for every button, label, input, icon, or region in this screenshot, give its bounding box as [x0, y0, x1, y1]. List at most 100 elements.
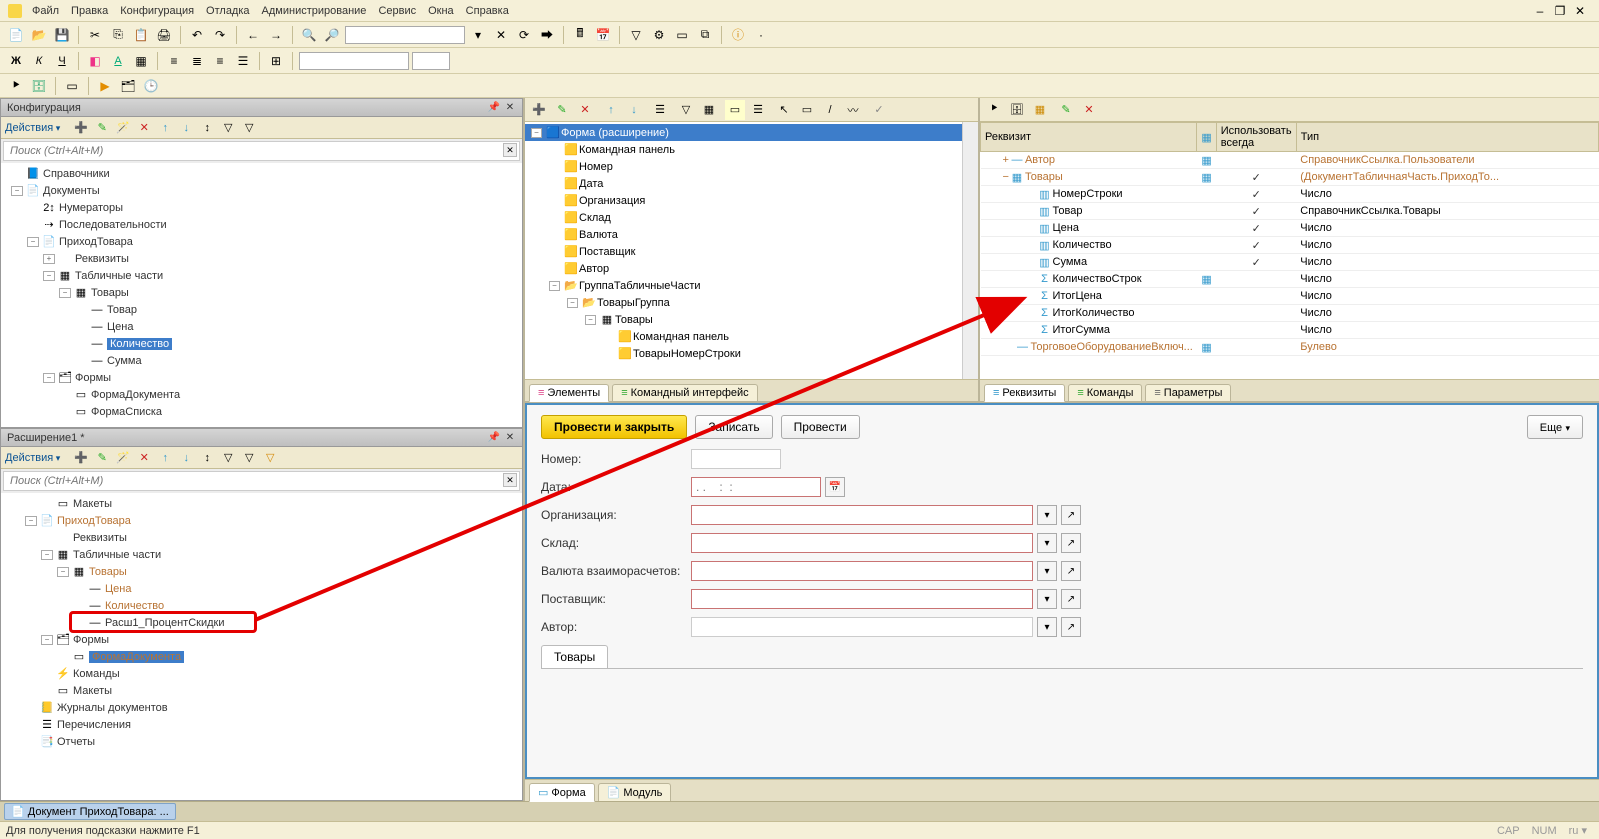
copy-icon[interactable]: ⎘ — [108, 25, 128, 45]
element-row[interactable]: −📂ГруппаТабличныеЧасти — [525, 277, 962, 294]
ext-tree[interactable]: ▭Макеты−📄ПриходТовараРеквизиты−▦Табличны… — [1, 493, 522, 800]
window-restore-button[interactable]: ❐ — [1553, 4, 1567, 18]
actions-dropdown[interactable]: Действия — [5, 122, 60, 134]
elements-scrollbar[interactable] — [962, 122, 978, 379]
add-icon[interactable]: ➕ — [72, 119, 90, 137]
sort-icon[interactable]: ↕ — [198, 119, 216, 137]
el-rect-icon[interactable]: ▭ — [797, 100, 817, 120]
expander-icon[interactable]: + — [43, 254, 55, 264]
tree-row[interactable]: —Количество — [1, 335, 522, 352]
req-row[interactable]: ▥Цена✓Число — [981, 220, 1599, 237]
expander-icon[interactable]: − — [41, 550, 53, 560]
dropdown-icon[interactable]: ▾ — [1037, 589, 1057, 609]
el-props-icon[interactable]: ☰ — [748, 100, 768, 120]
back-icon[interactable]: ← — [243, 25, 263, 45]
element-row[interactable]: 🟨Склад — [525, 209, 962, 226]
font-name-input[interactable] — [299, 52, 409, 70]
subsys-filter-icon[interactable]: ▽ — [240, 449, 258, 467]
tree-row[interactable]: 2↕Нумераторы — [1, 199, 522, 216]
expander-icon[interactable]: − — [43, 373, 55, 383]
delete-icon[interactable]: ✕ — [135, 119, 153, 137]
tree-row[interactable]: ▭ФормаСписка — [1, 403, 522, 420]
tree-row[interactable]: −🗂Формы — [1, 369, 522, 386]
font-color-icon[interactable]: A — [108, 51, 128, 71]
open-icon[interactable]: ↗ — [1061, 505, 1081, 525]
tree-row[interactable]: ▭Макеты — [1, 495, 522, 512]
tree-row[interactable]: ⇢Последовательности — [1, 216, 522, 233]
bg-color-icon[interactable]: ◧ — [85, 51, 105, 71]
menu-config[interactable]: Конфигурация — [114, 3, 200, 19]
zoom-icon[interactable]: 🔎 — [322, 25, 342, 45]
open-icon[interactable]: ↗ — [1061, 617, 1081, 637]
date-input[interactable] — [691, 477, 821, 497]
tree-row[interactable]: −▦Табличные части — [1, 267, 522, 284]
element-row[interactable]: 🟨Поставщик — [525, 243, 962, 260]
wizard-icon[interactable]: 🪄 — [114, 119, 132, 137]
req-col-name[interactable]: Реквизит — [981, 123, 1197, 152]
element-row[interactable]: 🟨Автор — [525, 260, 962, 277]
req-col-type[interactable]: Тип — [1296, 123, 1598, 152]
dropdown-icon[interactable]: ▾ — [1037, 617, 1057, 637]
sort-icon[interactable]: ↕ — [198, 449, 216, 467]
up-icon[interactable]: ↑ — [156, 449, 174, 467]
tree-row[interactable]: ☰Перечисления — [1, 716, 522, 733]
config-tree[interactable]: 📘Справочники−📄Документы2↕Нумераторы⇢Посл… — [1, 163, 522, 427]
cut-icon[interactable]: ✂ — [85, 25, 105, 45]
info-icon[interactable]: ⓘ — [728, 25, 748, 45]
req-row[interactable]: −▦Товары▦✓(ДокументТабличнаяЧасть.Приход… — [981, 169, 1599, 186]
subsys-filter-icon[interactable]: ▽ — [240, 119, 258, 137]
filter2-icon[interactable]: ⮕ — [537, 25, 557, 45]
tree-row[interactable]: ▭Макеты — [1, 682, 522, 699]
element-row[interactable]: 🟨Дата — [525, 175, 962, 192]
tree-row[interactable]: —Товар — [1, 301, 522, 318]
menu-admin[interactable]: Администрирование — [256, 3, 373, 19]
tree-row[interactable]: 📘Справочники — [1, 165, 522, 182]
calendar-icon[interactable]: 📅 — [825, 477, 845, 497]
tree-row[interactable]: −▦Товары — [1, 563, 522, 580]
panel-pin-icon[interactable]: 📌 — [488, 432, 500, 444]
element-row[interactable]: 🟨Командная панель — [525, 328, 962, 345]
tree-row[interactable]: —Цена — [1, 580, 522, 597]
el-arrow1-icon[interactable]: ↖ — [774, 100, 794, 120]
tab-requisites[interactable]: ≡Реквизиты — [984, 384, 1065, 402]
element-row[interactable]: −📂ТоварыГруппа — [525, 294, 962, 311]
element-row[interactable]: −🟦Форма (расширение) — [525, 124, 962, 141]
gear2-icon[interactable]: 🕒 — [141, 76, 161, 96]
actions-dropdown[interactable]: Действия — [5, 452, 60, 464]
tab-parameters[interactable]: ≡Параметры — [1145, 384, 1231, 401]
expander-icon[interactable]: − — [549, 281, 560, 291]
req-row[interactable]: ▥Сумма✓Число — [981, 254, 1599, 271]
el-line-icon[interactable]: / — [820, 100, 840, 120]
ext-filter-icon[interactable]: ▽ — [261, 449, 279, 467]
filter3-icon[interactable]: ▽ — [626, 25, 646, 45]
sklad-input[interactable] — [691, 533, 1033, 553]
font-size-input[interactable] — [412, 52, 450, 70]
write-button[interactable]: Записать — [695, 415, 772, 439]
box2-icon[interactable]: ▭ — [62, 76, 82, 96]
search-input[interactable] — [345, 26, 465, 44]
tab-elements[interactable]: ≡Элементы — [529, 384, 609, 402]
menu-edit[interactable]: Правка — [65, 3, 114, 19]
post-and-close-button[interactable]: Провести и закрыть — [541, 415, 687, 439]
tree-row[interactable]: +Реквизиты — [1, 250, 522, 267]
tree-row[interactable]: −📄ПриходТовара — [1, 512, 522, 529]
el-up-icon[interactable]: ↑ — [601, 100, 621, 120]
menu-service[interactable]: Сервис — [372, 3, 422, 19]
requisites-table[interactable]: Реквизит ▦ Использовать всегда Тип +—Авт… — [980, 122, 1599, 379]
tree-row[interactable]: ⚡Команды — [1, 665, 522, 682]
el-down-icon[interactable]: ↓ — [624, 100, 644, 120]
tree-row[interactable]: −▦Товары — [1, 284, 522, 301]
open-icon[interactable]: 📂 — [29, 25, 49, 45]
merge-icon[interactable]: ⊞ — [266, 51, 286, 71]
find-icon[interactable]: 🔍 — [299, 25, 319, 45]
el-filter-icon[interactable]: ▽ — [676, 100, 696, 120]
element-row[interactable]: 🟨ТоварыНомерСтроки — [525, 345, 962, 362]
goto-icon[interactable]: ⯈ — [6, 76, 26, 96]
italic-icon[interactable]: К — [29, 51, 49, 71]
mixer-icon[interactable]: ⚙ — [649, 25, 669, 45]
el-list-icon[interactable]: ☰ — [650, 100, 670, 120]
tab-commands[interactable]: ≡Команды — [1068, 384, 1142, 401]
tab-goods[interactable]: Товары — [541, 645, 608, 668]
post-button[interactable]: Провести — [781, 415, 860, 439]
expander-icon[interactable]: − — [531, 128, 542, 138]
